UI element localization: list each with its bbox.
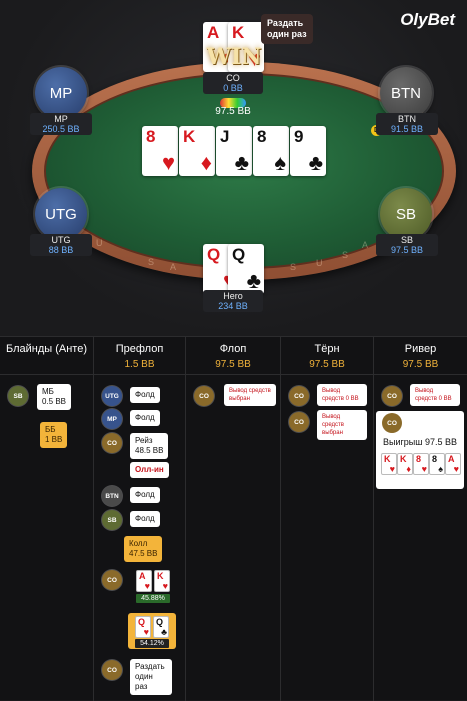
rim-letter: S (342, 250, 351, 260)
co-plate: CO 0 BB (203, 72, 263, 94)
column-blinds: Блайнды (Анте) SB МБ 0.5 BB ББ 1 BB (0, 337, 94, 701)
column-flop: Флоп 97.5 BB CO Вывод средств выбран (186, 337, 281, 701)
flop-runout-bubble: Вывод средств выбран (224, 384, 276, 406)
board-card-1: 8 ♥ (142, 126, 178, 176)
btn-plate: BTN 91.5 BB (376, 113, 438, 135)
win-card-2: K ♦ (397, 453, 413, 475)
win-amount-text: Выигрыш 97.5 BB (383, 437, 457, 447)
co-show-card-1: A ♥ (136, 570, 152, 592)
position-badge-btn: BTN (102, 486, 122, 506)
mp-fold-bubble: Фолд (130, 410, 160, 426)
win-card-1: K ♥ (381, 453, 397, 475)
rim-letter: U (316, 258, 325, 268)
bb-post-bubble: ББ 1 BB (40, 422, 68, 448)
co-equity: 45.88% (136, 594, 170, 603)
co-show-card-2: K ♥ (154, 570, 170, 592)
column-header: Тёрн 97.5 BB (281, 337, 373, 375)
co-stack: 0 BB (223, 83, 243, 93)
sb-plate: SB 97.5 BB (376, 234, 438, 256)
rim-letter: A (362, 240, 371, 250)
position-badge-co: CO (289, 412, 309, 432)
rim-letter: S (148, 257, 157, 267)
hero-equity: 54.12% (135, 639, 169, 648)
co-allin-bubble: Олл-ин (130, 462, 169, 478)
position-badge-utg: UTG (102, 386, 122, 406)
sb-post-bubble: МБ 0.5 BB (37, 384, 72, 410)
utg-fold-bubble: Фолд (130, 387, 160, 403)
seat-sb[interactable]: SB (380, 188, 432, 240)
position-badge-sb: SB (102, 510, 122, 530)
position-badge-co: CO (289, 386, 309, 406)
hero-card-2: Q ♣ (228, 244, 264, 294)
column-header: Блайнды (Анте) (0, 337, 93, 375)
column-header: Префлоп 1.5 BB (94, 337, 185, 375)
board-card-5: 9 ♣ (290, 126, 326, 176)
seat-utg[interactable]: UTG (35, 188, 87, 240)
pot-amount: 97.5 BB (215, 106, 251, 117)
hero-plate: Hero 234 BB (203, 290, 263, 312)
board-card-3: J ♣ (216, 126, 252, 176)
btn-fold-bubble: Фолд (130, 487, 160, 503)
column-header: Ривер 97.5 BB (374, 337, 467, 375)
hero-show-card-2: Q ♣ (153, 616, 169, 638)
position-badge-mp: MP (102, 409, 122, 429)
hero-call-bubble: Колл 47.5 BB (124, 536, 163, 562)
win-card-5: A ♥ (445, 453, 461, 475)
column-header: Флоп 97.5 BB (186, 337, 280, 375)
win-card-3: 8 ♥ (413, 453, 429, 475)
turn-runout-bubble-2: Вывод средств выбран (317, 410, 367, 440)
seat-mp[interactable]: MP (35, 67, 87, 119)
board-card-4: 8 ♠ (253, 126, 289, 176)
win-card-4: 8 ♠ (429, 453, 445, 475)
mp-plate: MP 250.5 BB (30, 113, 92, 135)
poker-table-area: U S A S U S A OlyBet A♥ K♥ WIN Раздать о… (0, 0, 467, 336)
position-badge-co: CO (102, 433, 122, 453)
river-runout-bubble: Вывод средств 0 BB (410, 384, 460, 406)
column-river: Ривер 97.5 BB CO Вывод средств 0 BB CO В… (374, 337, 467, 701)
deal-once-tooltip: Раздать один раз (261, 14, 313, 44)
win-label: WIN (206, 44, 262, 70)
sb-fold-bubble: Фолд (130, 511, 160, 527)
rim-letter: U (96, 238, 105, 248)
position-badge-co: CO (382, 413, 402, 433)
seat-btn[interactable]: BTN (380, 67, 432, 119)
rim-letter: A (170, 262, 179, 272)
column-preflop: Префлоп 1.5 BB UTG Фолд MP Фолд CO Рейз 4… (94, 337, 186, 701)
hero-show-card-1: Q ♥ (135, 616, 151, 638)
position-badge-co: CO (102, 660, 122, 680)
position-badge-co: CO (382, 386, 402, 406)
olybet-logo: OlyBet (400, 10, 455, 29)
hand-history: Блайнды (Анте) SB МБ 0.5 BB ББ 1 BB Префло… (0, 336, 467, 701)
turn-runout-bubble: Вывод средств 0 BB (317, 384, 367, 406)
co-deal-once-bubble: Раздать один раз (130, 659, 172, 695)
position-badge-co: CO (102, 570, 122, 590)
position-badge-co: CO (194, 386, 214, 406)
co-raise-bubble: Рейз 48.5 BB (130, 433, 169, 459)
column-turn: Тёрн 97.5 BB CO Вывод средств 0 BB CO Вы… (281, 337, 374, 701)
board-card-2: K ♦ (179, 126, 215, 176)
rim-letter: S (290, 262, 299, 272)
position-badge-sb: SB (8, 386, 28, 406)
utg-plate: UTG 88 BB (30, 234, 92, 256)
co-name: CO (226, 73, 240, 83)
